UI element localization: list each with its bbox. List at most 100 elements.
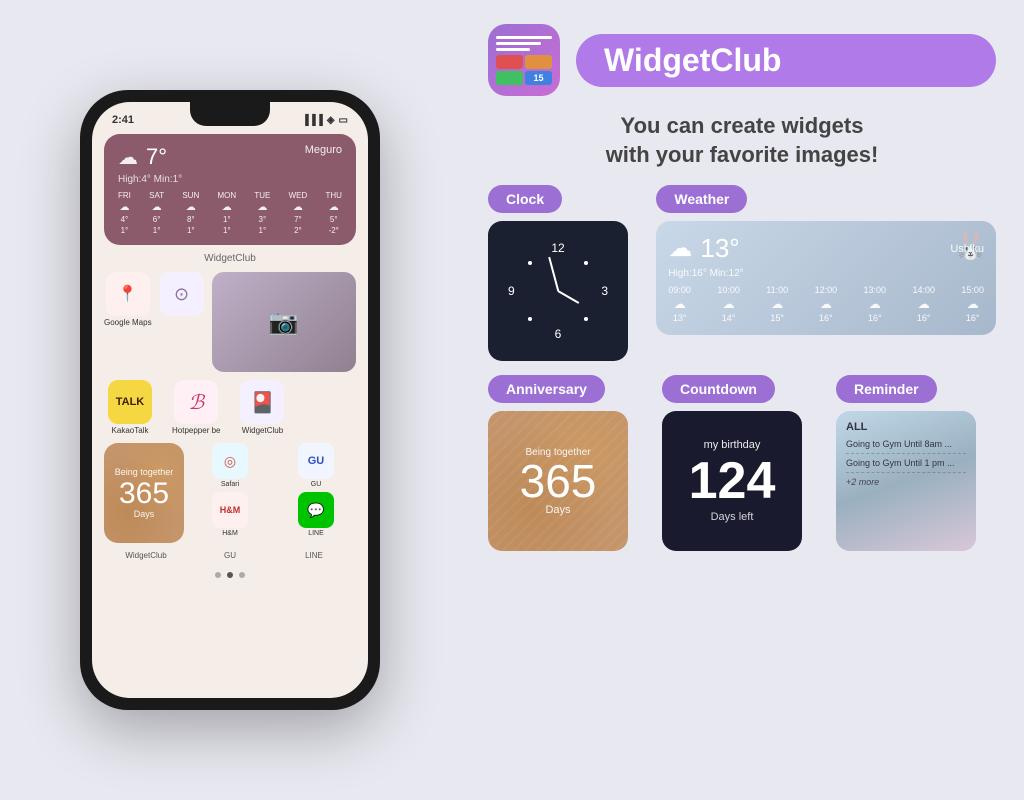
app-item-unknown[interactable]: ⊙ [160,272,204,318]
reminder-label: Reminder [836,375,937,403]
clock-hands [518,251,598,331]
anniversary-col: Anniversary Being together 365 Days [488,375,648,551]
battery-icon: ▭ [339,115,348,126]
phone-widgetclub-label: WidgetClub [104,253,356,264]
widget-row-1: Clock 12 3 6 9 [488,185,996,361]
bottom-labels: WidgetClub GU LINE [104,551,356,560]
clock-face: 12 3 6 9 [508,241,608,341]
weather-label: Weather [656,185,747,213]
weather-preview-detail: High:16° Min:12° [668,268,984,279]
anniversary-preview: Being together 365 Days [488,411,628,551]
mini-icon-blue: 15 [525,71,552,85]
reminder-header: ALL [846,421,966,433]
hotpepper-icon: ℬ [188,390,204,415]
dot-1 [215,572,221,578]
camera-icon: 📷 [269,308,299,337]
app-label-kakao: KakaoTalk [112,426,149,435]
label-gu: GU [188,551,272,560]
weather-days-row: FRI☁4°1° SAT☁6°1° SUN☁8°1° MON☁1°1° TUE☁… [118,191,342,235]
reminder-item-2: Going to Gym Until 1 pm ... [846,458,966,473]
app-item-gu[interactable]: GU GU [298,443,334,488]
app-item-hotpepper[interactable]: ℬ Hotpepper be [172,380,220,435]
right-panel: 15 WidgetClub You can create widgets wit… [460,0,1024,800]
widgetclub-app-icon: 15 [488,24,560,96]
ann-number: 365 [520,458,597,504]
phone-ann-days: Days [134,509,155,519]
weather-col: Weather 🐰 ☁ 13° Ushiku High:16° Min:12° … [656,185,996,335]
time-display: 2:41 [112,114,134,126]
clock-preview: 12 3 6 9 [488,221,628,361]
mini-icon-green [496,71,523,85]
app-label-maps: Google Maps [104,318,152,327]
app-tagline: You can create widgets with your favorit… [488,112,996,169]
clock-label: Clock [488,185,562,213]
weather-cloud-icon: ☁ [118,145,138,170]
app-item-line[interactable]: 💬 LINE [298,492,334,537]
app-label-hotpepper: Hotpepper be [172,426,220,435]
countdown-number: 124 [689,455,776,507]
phone-content: ☁ 7° Meguro High:4° Min:1° FRI☁4°1° SAT☁… [92,130,368,690]
app-item-kakaotalk[interactable]: TALK KakaoTalk [108,380,152,435]
minute-hand [548,257,559,291]
phone-weather-location: Meguro [305,144,342,156]
phone-weather-widget: ☁ 7° Meguro High:4° Min:1° FRI☁4°1° SAT☁… [104,134,356,245]
phone-ann-being: Being together [115,467,174,477]
label-line: LINE [272,551,356,560]
app-label-widgetclub2: WidgetClub [242,426,283,435]
weather-hours-row: 09:00☁13° 10:00☁14° 11:00☁15° 12:00☁16° … [668,285,984,323]
phone-weather-minmax: High:4° Min:1° [118,174,342,185]
wifi-icon: ◈ [327,115,335,126]
maps-icon: 📍 [118,284,138,304]
app-item-hm[interactable]: H&M H&M [212,492,248,537]
safari-label: Safari [221,481,239,488]
clock-num-3: 3 [601,284,608,298]
line-label: LINE [308,530,324,537]
kakao-icon: TALK [116,396,145,408]
mini-icon-orange [525,55,552,69]
widget-row-2: Anniversary Being together 365 Days Coun… [488,375,996,551]
gu-icon: GU [308,455,325,467]
reminder-more: +2 more [846,477,966,487]
line-icon: 💬 [307,502,324,519]
dot-2 [227,572,233,578]
countdown-label: Countdown [662,375,775,403]
ann-days: Days [545,504,570,516]
countdown-sub: Days left [711,511,754,523]
anniversary-label: Anniversary [488,375,605,403]
reminder-items: ALL Going to Gym Until 8am ... Going to … [846,421,966,486]
clock-num-9: 9 [508,284,515,298]
widget-sections: Clock 12 3 6 9 [488,185,996,551]
hm-icon: H&M [220,505,241,515]
app-header: 15 WidgetClub [488,24,996,96]
app-item-safari[interactable]: ◎ Safari [212,443,248,488]
phone-ann-number: 365 [119,479,169,509]
app-item-googlemaps[interactable]: 📍 Google Maps [104,272,152,327]
safari-hm-col: ◎ Safari H&M H&M [190,443,270,543]
phone-anniversary-widget: Being together 365 Days [104,443,184,543]
tagline-line2: with your favorite images! [488,141,996,170]
phone-outer: 2:41 ▐▐▐ ◈ ▭ ☁ 7° Meguro [80,90,380,710]
hour-hand [558,290,580,304]
weather-preview-cloud: ☁ [668,234,692,263]
gu-label: GU [311,481,322,488]
countdown-col: Countdown my birthday 124 Days left [662,375,822,551]
reminder-col: Reminder ALL Going to Gym Until 8am ... … [836,375,996,551]
safari-icon: ◎ [224,453,236,470]
bottom-grid: Being together 365 Days ◎ Safari H&M [104,443,356,543]
weather-preview-location: Ushiku [950,243,984,255]
status-icons: ▐▐▐ ◈ ▭ [302,115,348,126]
target-icon: ⊙ [174,284,189,305]
signal-icon: ▐▐▐ [302,115,323,126]
app-name-badge: WidgetClub [576,34,996,87]
app-item-widgetclub2[interactable]: 🎴 WidgetClub [240,380,284,435]
weather-preview-temp: 13° [700,233,739,264]
mini-icon-red [496,55,523,69]
widgetclub-icon: 🎴 [250,390,275,415]
reminder-preview: ALL Going to Gym Until 8am ... Going to … [836,411,976,551]
dot-3 [239,572,245,578]
photo-widget: 📷 [212,272,356,372]
reminder-item-1: Going to Gym Until 8am ... [846,439,966,454]
tagline-line1: You can create widgets [488,112,996,141]
gu-line-col: GU GU 💬 LINE [276,443,356,543]
phone-mockup-panel: 2:41 ▐▐▐ ◈ ▭ ☁ 7° Meguro [0,0,460,800]
